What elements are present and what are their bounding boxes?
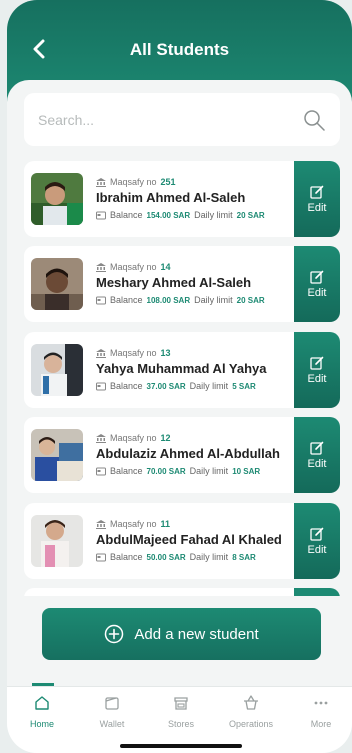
plus-circle-icon (105, 624, 124, 644)
bank-icon (96, 433, 106, 443)
search-bar[interactable]: Search... (24, 93, 340, 146)
student-card[interactable]: Maqsafy no 12 Abdulaziz Ahmed Al-Abdullah… (24, 417, 340, 493)
tab-home[interactable]: Home (12, 695, 72, 729)
card-icon (96, 296, 106, 304)
maqsafy-label: Maqsafy no (110, 177, 157, 187)
edit-icon (310, 527, 324, 541)
edit-icon (310, 185, 324, 199)
add-student-label: Add a new student (134, 625, 259, 643)
app-screen: All Students Search... Maqsafy no 251 Ibr… (7, 0, 352, 753)
student-name: Meshary Ahmed Al-Saleh (96, 275, 252, 290)
bank-icon (96, 519, 106, 529)
add-student-button[interactable]: Add a new student (42, 608, 321, 660)
search-icon[interactable] (302, 108, 326, 132)
daily-limit-value: 20 SAR (236, 210, 265, 220)
student-card[interactable]: Maqsafy no 251 Ibrahim Ahmed Al-Saleh Bal… (24, 161, 340, 237)
student-card[interactable]: Maqsafy no 14 Meshary Ahmed Al-Saleh Bala… (24, 246, 340, 322)
bank-icon (96, 177, 106, 187)
student-card[interactable]: Maqsafy no 11 AbdulMajeed Fahad Al Khaled… (24, 503, 340, 579)
maqsafy-number: 251 (160, 177, 176, 187)
edit-label: Edit (307, 457, 327, 470)
balance-label: Balance (110, 552, 143, 562)
balance-label: Balance (110, 295, 143, 305)
tab-label: Operations (228, 719, 274, 729)
home-icon (35, 696, 49, 710)
edit-label: Edit (307, 372, 327, 385)
student-photo (31, 344, 83, 396)
maqsafy-label: Maqsafy no (110, 519, 157, 529)
tab-more[interactable]: More (291, 695, 351, 729)
daily-limit-value: 10 SAR (232, 466, 261, 476)
card-icon (96, 553, 106, 561)
edit-label: Edit (307, 286, 327, 299)
home-indicator (120, 744, 242, 748)
page-title: All Students (129, 40, 230, 59)
store-icon (174, 697, 188, 710)
edit-button[interactable]: Edit (294, 417, 340, 493)
card-icon (96, 467, 106, 475)
student-card[interactable]: Maqsafy no 13 Yahya Muhammad Al Yahya Bal… (24, 332, 340, 408)
daily-limit-label: Daily limit (189, 552, 229, 562)
edit-label: Edit (307, 201, 327, 214)
edit-button[interactable]: Edit (294, 332, 340, 408)
balance-value: 154.00 SAR (146, 210, 191, 220)
maqsafy-label: Maqsafy no (110, 433, 157, 443)
daily-limit-label: Daily limit (189, 466, 229, 476)
student-photo (31, 258, 83, 310)
card-icon (96, 382, 106, 390)
maqsafy-number: 14 (160, 262, 171, 272)
student-name: Abdulaziz Ahmed Al-Abdullah (96, 446, 280, 461)
edit-icon (310, 441, 324, 455)
basket-icon (244, 695, 258, 710)
daily-limit-value: 8 SAR (232, 552, 256, 562)
daily-limit-value: 20 SAR (236, 295, 265, 305)
daily-limit-value: 5 SAR (232, 381, 256, 391)
balance-label: Balance (110, 466, 143, 476)
balance-value: 50.00 SAR (146, 552, 186, 562)
maqsafy-label: Maqsafy no (110, 348, 157, 358)
student-photo (31, 429, 83, 481)
tab-stores[interactable]: Stores (151, 695, 211, 729)
balance-value: 108.00 SAR (146, 295, 191, 305)
student-name: Yahya Muhammad Al Yahya (96, 361, 267, 376)
search-input[interactable]: Search... (38, 112, 302, 128)
bank-icon (96, 348, 106, 358)
edit-button[interactable]: Edit (294, 503, 340, 579)
maqsafy-label: Maqsafy no (110, 262, 157, 272)
bank-icon (96, 262, 106, 272)
student-photo (31, 515, 83, 567)
card-icon (96, 211, 106, 219)
balance-value: 37.00 SAR (146, 381, 186, 391)
more-icon (314, 701, 328, 705)
daily-limit-label: Daily limit (194, 295, 233, 305)
student-name: Ibrahim Ahmed Al-Saleh (96, 190, 246, 205)
tab-bar: Home Wallet Stores Operations More (7, 686, 352, 753)
balance-value: 70.00 SAR (146, 466, 186, 476)
tab-label: Wallet (99, 719, 125, 729)
tab-operations[interactable]: Operations (221, 695, 281, 729)
edit-button[interactable]: Edit (294, 246, 340, 322)
balance-label: Balance (110, 210, 143, 220)
maqsafy-number: 13 (160, 348, 171, 358)
tab-label: Stores (167, 719, 194, 729)
tab-label: Home (29, 719, 54, 729)
maqsafy-number: 12 (160, 433, 171, 443)
balance-label: Balance (110, 381, 143, 391)
wallet-icon (105, 697, 119, 710)
student-photo (31, 173, 83, 225)
daily-limit-label: Daily limit (194, 210, 233, 220)
edit-label: Edit (307, 543, 327, 556)
edit-icon (310, 270, 324, 284)
daily-limit-label: Daily limit (189, 381, 229, 391)
edit-icon (310, 356, 324, 370)
tab-label: More (310, 719, 332, 729)
tab-wallet[interactable]: Wallet (82, 695, 142, 729)
edit-button[interactable]: Edit (294, 161, 340, 237)
maqsafy-number: 11 (160, 519, 171, 529)
student-name: AbdulMajeed Fahad Al Khaled (96, 532, 282, 547)
